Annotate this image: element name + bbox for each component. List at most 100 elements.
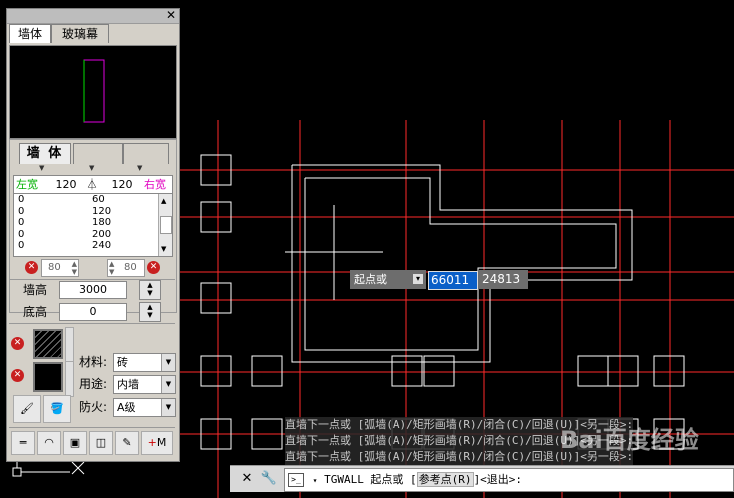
fill-bucket-icon[interactable]: 🪣 — [43, 395, 71, 423]
hatch-scroll[interactable] — [65, 327, 74, 363]
usage-label: 用途: — [79, 377, 108, 391]
base-height-spinner[interactable]: ▲ ▼ — [139, 302, 161, 322]
list-item[interactable]: 0 180 — [14, 217, 172, 229]
list-item-left: 0 — [18, 205, 25, 217]
list-item-left: 0 — [18, 194, 25, 205]
arc-wall-icon[interactable]: ◠ — [37, 431, 61, 455]
wall-height-input[interactable]: 3000 — [59, 281, 127, 299]
material-label: 材料: — [79, 355, 108, 369]
subtab-2[interactable] — [73, 143, 123, 164]
list-item[interactable]: 0 240 — [14, 240, 172, 252]
close-icon[interactable]: ✕ — [238, 470, 256, 488]
list-item-right: 180 — [92, 217, 112, 228]
base-height-input[interactable]: 0 — [59, 303, 127, 321]
wall-height-label: 墙高 — [23, 283, 48, 297]
fill-swatch[interactable] — [33, 362, 63, 392]
list-item-right: 240 — [92, 240, 112, 251]
list-item-left: 0 — [18, 217, 25, 228]
offset-left-field[interactable]: 80 ▲ ▼ — [41, 259, 79, 277]
list-scrollbar[interactable]: ▲ ▼ — [158, 194, 172, 256]
left-width-value[interactable]: 120 — [50, 176, 82, 193]
preview-graphic — [83, 59, 105, 123]
column-block[interactable] — [200, 355, 232, 387]
column-block[interactable] — [251, 355, 283, 387]
scroll-up-icon[interactable]: ▲ — [161, 196, 166, 208]
wall-outer-line — [291, 164, 633, 363]
offset-left-value: 80 — [48, 262, 61, 273]
options-icon[interactable]: ▾ — [413, 274, 423, 284]
spin-icon[interactable]: ▲ ▼ — [72, 260, 77, 276]
column-block[interactable] — [577, 355, 609, 387]
divider — [9, 323, 175, 324]
column-arrows: ▼ ▼ ▼ — [39, 164, 143, 172]
command-suffix: ]<退出>: — [473, 473, 523, 486]
chevron-down-icon[interactable]: ▼ — [161, 399, 175, 416]
right-width-label: 右宽 — [144, 178, 166, 191]
wall-height-spinner[interactable]: ▲ ▼ — [139, 280, 161, 300]
tab-wall[interactable]: 墙体 — [9, 24, 51, 43]
subtab-wall[interactable]: 墙 体 — [19, 143, 71, 164]
right-width-value[interactable]: 120 — [106, 176, 138, 193]
brush-tool-icon[interactable]: 🖌 — [13, 395, 41, 423]
column-block[interactable] — [200, 282, 232, 314]
column-block[interactable] — [391, 355, 423, 387]
subtab-3[interactable] — [123, 143, 169, 164]
material-value: 砖 — [117, 356, 128, 369]
list-item-left: 0 — [18, 240, 25, 251]
left-width-label: 左宽 — [16, 178, 38, 191]
column-block[interactable] — [653, 355, 685, 387]
chevron-down-icon[interactable]: ▼ — [161, 376, 175, 393]
clear-right-icon[interactable]: ✕ — [147, 261, 160, 274]
chevron-down-icon[interactable]: ▾ — [313, 476, 318, 485]
wall-inner-line — [304, 177, 617, 351]
command-input[interactable]: >_ ▾ TGWALL 起点或 [参考点(R)]<退出>: — [284, 468, 734, 492]
column-blocks — [200, 154, 685, 450]
fire-value: A级 — [117, 401, 136, 414]
scroll-thumb[interactable] — [160, 216, 172, 234]
fill-scroll[interactable] — [65, 361, 74, 397]
pick-tool-icon[interactable]: ✎ — [115, 431, 139, 455]
usage-select[interactable]: 内墙 ▼ — [113, 375, 176, 394]
wall-tool-palette: ✕ 墙体 玻璃幕 墙 体 ▼ ▼ ▼ 左宽 120 ⏃ 120 右宽 0 60 0 120… — [6, 8, 180, 462]
mirror-icon[interactable]: ⏃ — [84, 176, 100, 193]
offset-right-value: 80 — [124, 262, 137, 273]
scroll-down-icon[interactable]: ▼ — [161, 244, 166, 256]
fire-select[interactable]: A级 ▼ — [113, 398, 176, 417]
palette-titlebar[interactable] — [7, 9, 179, 24]
rect-wall-icon[interactable]: ▣ — [63, 431, 87, 455]
hatch-swatch[interactable] — [33, 329, 63, 359]
width-list-rows: 0 60 0 120 0 180 0 200 0 240 — [14, 194, 172, 252]
list-item[interactable]: 0 120 — [14, 206, 172, 218]
spin-icon[interactable]: ▲ ▼ — [109, 260, 114, 276]
column-block[interactable] — [423, 355, 455, 387]
command-bar: ✕ 🔧 >_ ▾ TGWALL 起点或 [参考点(R)]<退出>: — [230, 465, 734, 492]
watermark: Bai百度经验 — [560, 426, 699, 454]
wall-preview — [9, 45, 177, 139]
material-select[interactable]: 砖 ▼ — [113, 353, 176, 372]
wrench-icon[interactable]: 🔧 — [260, 470, 278, 488]
room-wall-icon[interactable]: ◫ — [89, 431, 113, 455]
clear-left-icon[interactable]: ✕ — [25, 261, 38, 274]
column-block[interactable] — [607, 355, 639, 387]
keyword-reference-point[interactable]: 参考点(R) — [416, 472, 474, 487]
list-item-right: 120 — [92, 205, 112, 217]
list-item-right: 200 — [92, 228, 112, 240]
clear-hatch-icon[interactable]: ✕ — [11, 337, 24, 350]
list-item[interactable]: 0 200 — [14, 229, 172, 241]
width-row: 左宽 120 ⏃ 120 右宽 — [13, 175, 173, 194]
width-list[interactable]: 0 60 0 120 0 180 0 200 0 240 ▲ ▼ — [13, 193, 173, 257]
y-coordinate-input[interactable]: 24813 — [478, 270, 528, 289]
dynamic-input-prompt: 起点或 ▾ — [350, 270, 426, 289]
clear-fill-icon[interactable]: ✕ — [11, 369, 24, 382]
add-mode-icon[interactable]: +M — [141, 431, 173, 455]
close-icon[interactable]: ✕ — [165, 9, 177, 22]
base-height-label: 底高 — [23, 305, 48, 319]
chevron-down-icon[interactable]: ▼ — [161, 354, 175, 371]
offset-right-field[interactable]: ▲ ▼ 80 — [107, 259, 145, 277]
straight-wall-icon[interactable]: ═ — [11, 431, 35, 455]
divider — [9, 427, 175, 428]
list-item-left: 0 — [18, 228, 25, 240]
tab-curtain-wall[interactable]: 玻璃幕 — [51, 24, 109, 43]
x-coordinate-input[interactable]: 66011 — [428, 271, 478, 290]
list-item[interactable]: 0 60 — [14, 194, 172, 206]
